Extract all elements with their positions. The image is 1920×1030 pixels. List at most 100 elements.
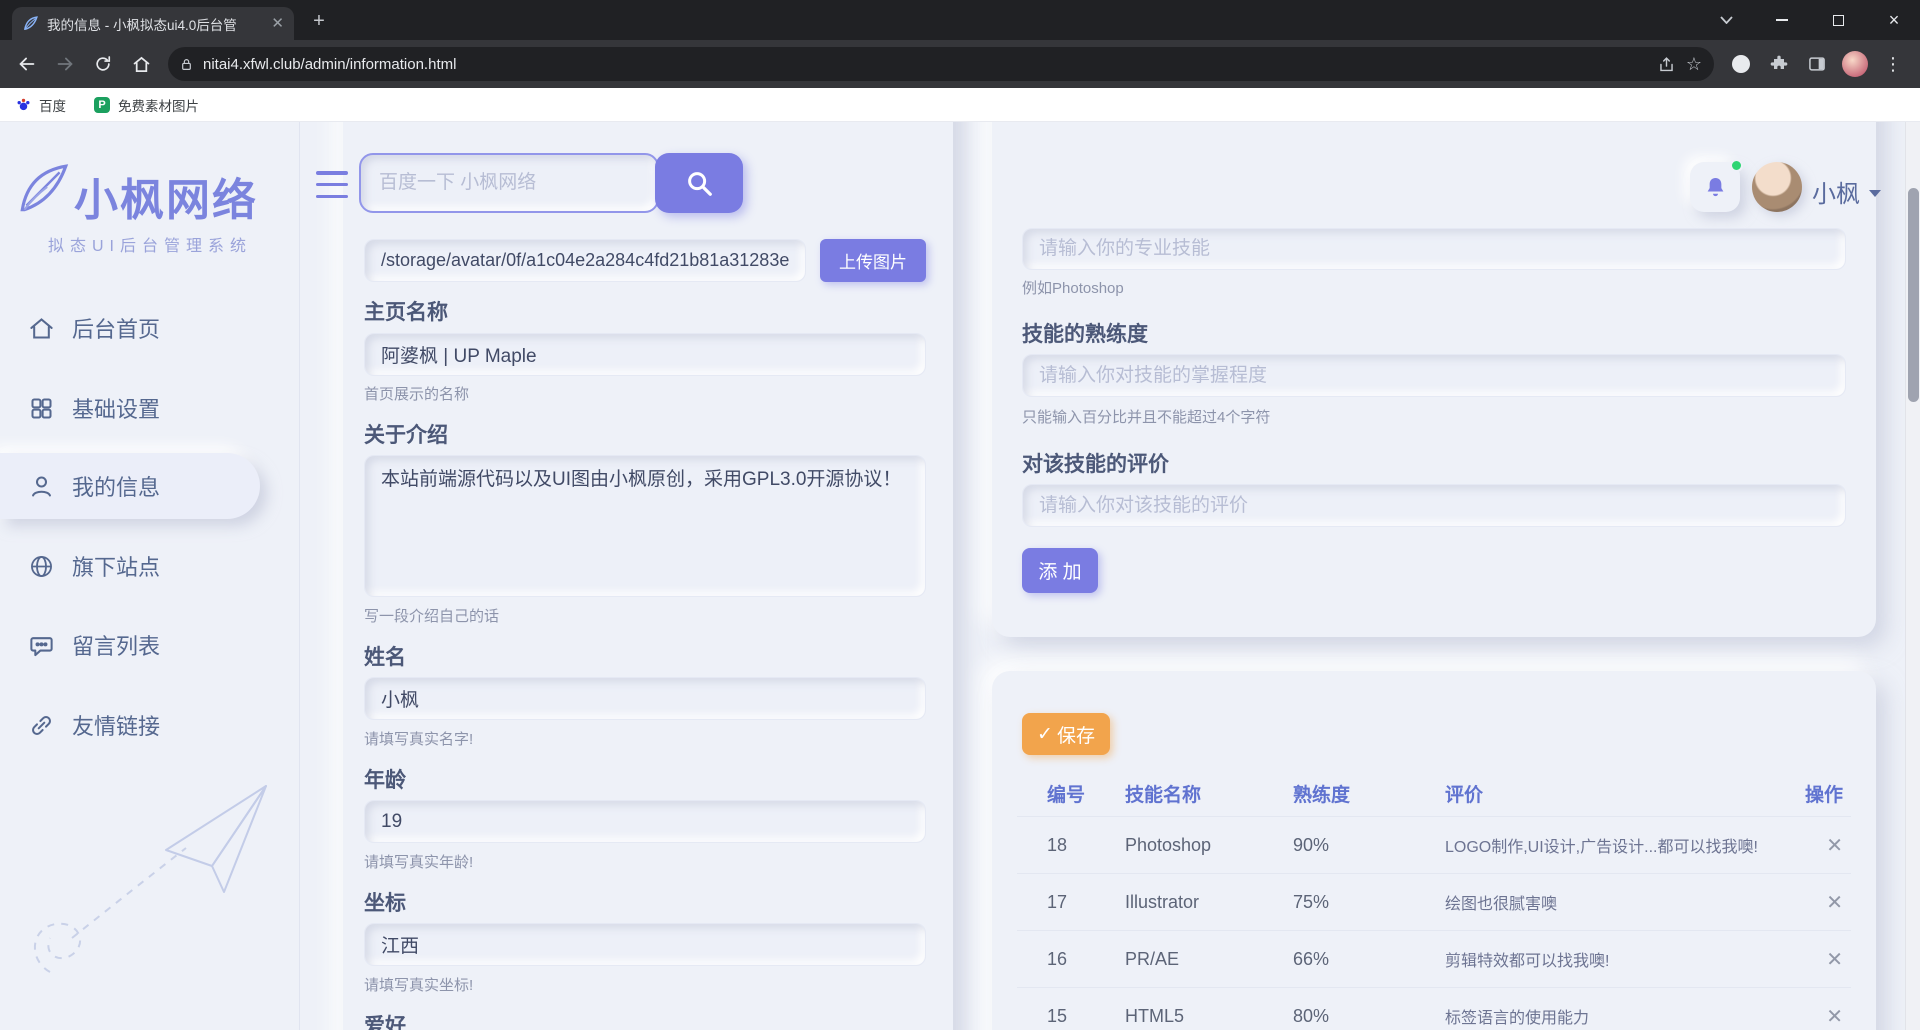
user-menu[interactable]: 小枫 xyxy=(1812,174,1881,209)
proficiency-hint: 只能输入百分比并且不能超过4个字符 xyxy=(1022,406,1270,427)
window-maximize-button[interactable] xyxy=(1812,0,1864,40)
search-input[interactable] xyxy=(359,153,659,213)
bookmark-baidu[interactable]: 百度 xyxy=(16,95,66,115)
browser-tab[interactable]: 我的信息 - 小枫拟态ui4.0后台管 ✕ xyxy=(12,7,294,40)
comment-icon xyxy=(28,632,55,659)
age-input[interactable] xyxy=(364,800,926,843)
table-row: 17 Illustrator 75% 绘图也很腻害噢 ✕ xyxy=(1017,873,1851,930)
cell-level: 90% xyxy=(1293,835,1445,856)
cell-skill: HTML5 xyxy=(1125,1006,1293,1027)
cell-level: 66% xyxy=(1293,949,1445,970)
table-row: 16 PR/AE 66% 剪辑特效都可以找我噢! ✕ xyxy=(1017,930,1851,987)
scrollbar-thumb[interactable] xyxy=(1908,188,1919,402)
home-icon xyxy=(28,315,55,342)
name-hint: 请填写真实名字! xyxy=(364,728,473,749)
evaluation-input[interactable] xyxy=(1022,484,1846,527)
browser-window: 我的信息 - 小枫拟态ui4.0后台管 ✕ + × nitai4.xfwl.cl… xyxy=(0,0,1920,1030)
cell-id: 17 xyxy=(1047,892,1125,913)
age-hint: 请填写真实年龄! xyxy=(364,851,473,872)
age-label: 年龄 xyxy=(364,764,406,794)
cell-id: 18 xyxy=(1047,835,1125,856)
name-input[interactable] xyxy=(364,677,926,720)
avatar-path-input[interactable] xyxy=(364,239,806,282)
bookmarks-bar: 百度 P 免费素材图片 xyxy=(0,88,1920,122)
proficiency-label: 技能的熟练度 xyxy=(1022,318,1148,348)
menu-toggle-icon[interactable] xyxy=(316,171,348,198)
url-text: nitai4.xfwl.club/admin/information.html xyxy=(203,56,1647,73)
sidebar: 小枫网络 拟态UI后台管理系统 后台首页 基础设置 我的信息 xyxy=(0,122,300,1030)
page-scrollbar[interactable] xyxy=(1905,122,1920,1030)
bookmark-label: 百度 xyxy=(39,95,66,115)
bell-icon xyxy=(1702,174,1729,201)
cell-comment: 绘图也很腻害噢 xyxy=(1445,890,1789,914)
tab-title: 我的信息 - 小枫拟态ui4.0后台管 xyxy=(47,14,263,34)
window-close-button[interactable]: × xyxy=(1868,0,1920,40)
cell-level: 75% xyxy=(1293,892,1445,913)
refresh-icon[interactable] xyxy=(84,45,122,83)
cell-skill: Photoshop xyxy=(1125,835,1293,856)
window-minimize-button[interactable] xyxy=(1756,0,1808,40)
home-icon[interactable] xyxy=(122,45,160,83)
sidebar-item-my-info[interactable]: 我的信息 xyxy=(0,453,260,519)
name-label: 姓名 xyxy=(364,641,406,671)
homepage-name-label: 主页名称 xyxy=(364,296,448,326)
share-icon[interactable] xyxy=(1657,55,1676,74)
cell-skill: PR/AE xyxy=(1125,949,1293,970)
header-actions: 操作 xyxy=(1805,780,1851,807)
browser-menu-icon[interactable]: ⋮ xyxy=(1874,45,1912,83)
hobby-label: 爱好 xyxy=(364,1010,406,1030)
cell-skill: Illustrator xyxy=(1125,892,1293,913)
header-id: 编号 xyxy=(1047,780,1125,807)
evaluation-label: 对该技能的评价 xyxy=(1022,448,1169,478)
about-hint: 写一段介绍自己的话 xyxy=(364,605,499,626)
homepage-name-input[interactable] xyxy=(364,333,926,376)
notifications-button[interactable] xyxy=(1690,162,1740,212)
table-row: 15 HTML5 80% 标签语言的使用能力 ✕ xyxy=(1017,987,1851,1030)
upload-image-button[interactable]: 上传图片 xyxy=(820,239,926,282)
sidebar-item-settings[interactable]: 基础设置 xyxy=(0,375,280,441)
delete-row-icon[interactable]: ✕ xyxy=(1826,890,1851,915)
sidebar-item-label: 旗下站点 xyxy=(72,550,160,582)
location-input[interactable] xyxy=(364,923,926,966)
about-textarea[interactable]: 本站前端源代码以及UI图由小枫原创，采用GPL3.0开源协议！ xyxy=(364,455,926,597)
search-button[interactable] xyxy=(655,153,743,213)
lock-icon xyxy=(180,57,193,72)
delete-row-icon[interactable]: ✕ xyxy=(1826,1004,1851,1029)
forward-icon[interactable] xyxy=(46,45,84,83)
browser-toolbar: nitai4.xfwl.club/admin/information.html … xyxy=(0,40,1920,88)
paper-plane-decoration xyxy=(10,722,290,1007)
sidebar-item-home[interactable]: 后台首页 xyxy=(0,295,280,361)
back-icon[interactable] xyxy=(8,45,46,83)
new-tab-button[interactable]: + xyxy=(306,8,332,34)
extension-circle-icon[interactable] xyxy=(1722,45,1760,83)
admin-page: 小枫网络 拟态UI后台管理系统 后台首页 基础设置 我的信息 xyxy=(0,122,1920,1030)
side-panel-icon[interactable] xyxy=(1798,45,1836,83)
search-icon xyxy=(684,168,714,198)
cell-comment: 标签语言的使用能力 xyxy=(1445,1004,1789,1028)
bookmark-p-icon: P xyxy=(94,97,110,113)
tab-search-icon[interactable] xyxy=(1700,0,1752,40)
delete-row-icon[interactable]: ✕ xyxy=(1826,833,1851,858)
table-header-row: 编号 技能名称 熟练度 评价 操作 xyxy=(1017,770,1851,816)
user-avatar[interactable] xyxy=(1752,162,1802,212)
bookmark-star-icon[interactable]: ☆ xyxy=(1686,54,1702,75)
homepage-name-hint: 首页展示的名称 xyxy=(364,383,469,404)
skill-name-input[interactable] xyxy=(1022,228,1846,270)
paw-icon xyxy=(16,97,31,112)
tab-close-icon[interactable]: ✕ xyxy=(271,16,284,31)
bookmark-material[interactable]: P 免费素材图片 xyxy=(94,95,199,115)
table-row: 18 Photoshop 90% LOGO制作,UI设计,广告设计...都可以找… xyxy=(1017,816,1851,873)
proficiency-input[interactable] xyxy=(1022,354,1846,397)
save-button[interactable]: ✓保存 xyxy=(1022,713,1110,755)
sidebar-item-messages[interactable]: 留言列表 xyxy=(0,612,280,678)
header-level: 熟练度 xyxy=(1293,780,1445,807)
add-skill-button[interactable]: 添 加 xyxy=(1022,548,1098,593)
browser-profile-avatar[interactable] xyxy=(1836,45,1874,83)
chevron-down-icon xyxy=(1869,190,1881,197)
username-text: 小枫 xyxy=(1812,174,1860,209)
delete-row-icon[interactable]: ✕ xyxy=(1826,947,1851,972)
sidebar-item-label: 基础设置 xyxy=(72,392,160,424)
extensions-puzzle-icon[interactable] xyxy=(1760,45,1798,83)
sidebar-item-sites[interactable]: 旗下站点 xyxy=(0,533,280,599)
address-bar[interactable]: nitai4.xfwl.club/admin/information.html … xyxy=(168,47,1714,81)
